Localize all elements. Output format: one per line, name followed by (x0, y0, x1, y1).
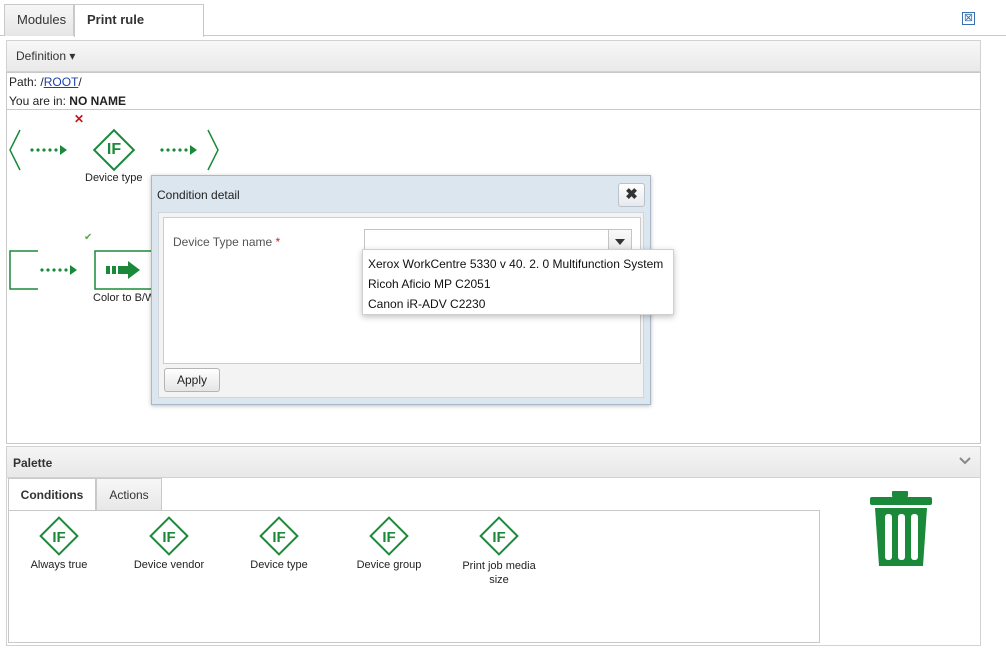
rule-flow-row-2 (9, 250, 154, 290)
dropdown-option[interactable]: Canon iR-ADV C2230 (368, 297, 485, 311)
tab-conditions[interactable]: Conditions (8, 478, 96, 511)
close-icon: ✖ (625, 186, 638, 203)
required-marker: * (275, 235, 281, 249)
svg-text:IF: IF (52, 529, 65, 546)
if-diamond-icon: IF (369, 516, 409, 556)
tab-actions[interactable]: Actions (96, 478, 162, 511)
dropdown-option[interactable]: Xerox WorkCentre 5330 v 40. 2. 0 Multifu… (368, 257, 663, 271)
device-type-name-text: Device Type name (173, 235, 273, 249)
path-box: Path: /ROOT/ You are in: NO NAME (6, 72, 981, 110)
device-type-name-label: Device Type name * (173, 235, 280, 249)
svg-text:IF: IF (382, 529, 395, 546)
accept-check-icon[interactable]: ✔ (84, 232, 92, 243)
palette-title: Palette (13, 456, 53, 470)
location-value: NO NAME (69, 94, 126, 108)
palette-item-label: Print job media size (462, 560, 536, 586)
rule-condition-node[interactable]: IF (92, 128, 136, 172)
end-bracket-shape (207, 129, 219, 171)
tab-print-rule-editor[interactable]: Print rule Editor✖ (74, 4, 204, 57)
if-diamond-icon: IF (479, 516, 519, 556)
tab-modules[interactable]: Modules (4, 4, 74, 36)
dialog-title: Condition detail (157, 188, 240, 202)
if-text: IF (106, 141, 122, 158)
if-diamond-icon: IF (149, 516, 189, 556)
path-suffix: / (78, 75, 82, 89)
apply-button[interactable]: Apply (164, 368, 220, 392)
palette-item-label: Device type (250, 559, 308, 571)
trash-icon[interactable] (868, 490, 934, 568)
start-bracket-shape (9, 129, 21, 171)
svg-text:IF: IF (162, 529, 175, 546)
palette-item-always-true[interactable]: IF Always true (24, 516, 94, 571)
dotted-arrow-icon (160, 145, 197, 155)
location-line: You are in: NO NAME (9, 94, 126, 108)
path-prefix: Path: / (9, 75, 44, 89)
if-diamond-icon: IF (39, 516, 79, 556)
palette-item-device-type[interactable]: IF Device type (243, 516, 315, 571)
definition-toolbar: Definition ▾ (6, 40, 981, 72)
palette-item-device-group[interactable]: IF Device group (350, 516, 428, 571)
palette-item-label: Always true (30, 559, 88, 571)
dotted-arrow-icon (40, 265, 77, 275)
start-box-shape (9, 250, 38, 290)
window-close-icon[interactable]: ⊠ (962, 12, 975, 25)
dotted-arrow-icon (30, 145, 67, 155)
definition-menu-button[interactable]: Definition ▾ (16, 49, 75, 63)
palette-item-print-job-media-size[interactable]: IF Print job media size (458, 516, 540, 587)
definition-label: Definition (16, 49, 67, 63)
dialog-close-button[interactable]: ✖ (618, 183, 645, 207)
chevron-down-icon[interactable] (957, 453, 973, 469)
palette-item-label: Device vendor (133, 559, 205, 571)
tab-modules-label: Modules (17, 12, 67, 27)
path-root-link[interactable]: ROOT (44, 75, 79, 89)
svg-text:IF: IF (272, 529, 285, 546)
palette-header[interactable]: Palette (6, 446, 981, 478)
if-diamond-icon: IF (259, 516, 299, 556)
device-type-dropdown-list: Xerox WorkCentre 5330 v 40. 2. 0 Multifu… (362, 249, 674, 315)
path-line: Path: /ROOT/ (9, 75, 82, 89)
location-label: You are in: (9, 94, 66, 108)
action-node-label: Color to B/W (93, 292, 156, 304)
remove-condition-icon[interactable]: ✕ (74, 112, 84, 126)
svg-text:IF: IF (492, 529, 505, 546)
palette-item-label: Device group (356, 559, 422, 571)
dropdown-option[interactable]: Ricoh Aficio MP C2051 (368, 277, 491, 291)
chevron-down-icon: ▾ (69, 49, 76, 63)
condition-node-label: Device type (85, 172, 143, 184)
palette-item-device-vendor[interactable]: IF Device vendor (128, 516, 210, 571)
